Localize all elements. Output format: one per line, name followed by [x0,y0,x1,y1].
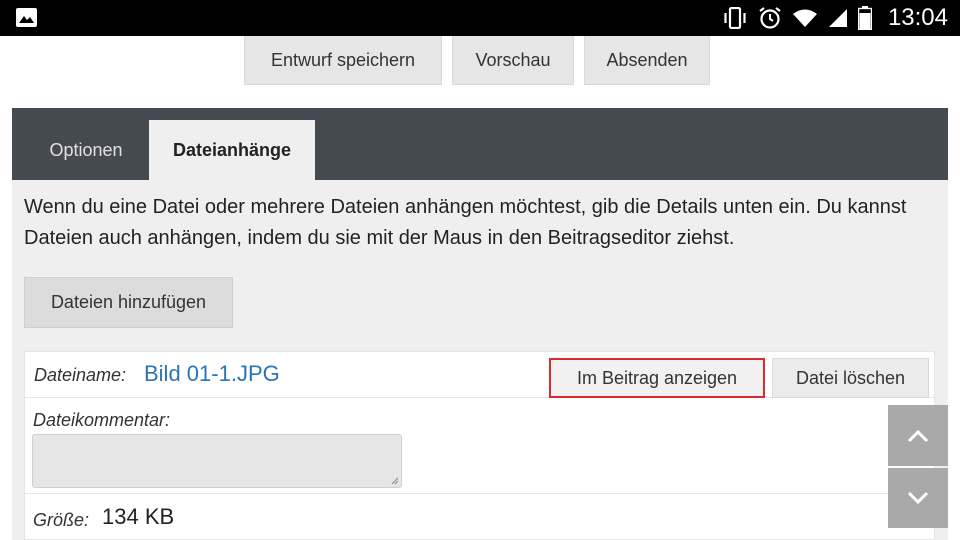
battery-icon [857,6,872,30]
scroll-down-button[interactable] [888,468,948,528]
vibrate-icon [724,7,746,29]
filename-label: Dateiname: [34,365,127,385]
divider [25,493,934,494]
attachment-row: Dateiname: Bild 01-1.JPG Im Beitrag anze… [24,351,935,540]
status-clock: 13:04 [887,4,948,31]
signal-icon [828,9,847,27]
resize-handle-icon[interactable] [391,477,399,485]
chevron-down-icon [907,491,929,505]
save-draft-button[interactable]: Entwurf speichern [244,36,442,85]
file-size-label: Größe: [33,510,90,530]
tab-options[interactable]: Optionen [26,120,146,180]
show-in-post-button[interactable]: Im Beitrag anzeigen [549,358,765,398]
add-files-button[interactable]: Dateien hinzufügen [24,277,233,328]
file-comment-label: Dateikommentar: [33,410,171,430]
preview-button[interactable]: Vorschau [452,36,574,85]
file-size-value: 134 KB [102,504,175,529]
attachments-info-text: Wenn du eine Datei oder mehrere Dateien … [24,196,907,249]
filename-row: Dateiname: Bild 01-1.JPG Im Beitrag anze… [25,352,934,398]
tab-attachments[interactable]: Dateianhänge [149,120,315,180]
filename-link[interactable]: Bild 01-1.JPG [144,361,280,387]
file-comment-input[interactable] [32,434,402,488]
wifi-icon [792,9,817,27]
image-icon [16,8,37,27]
tab-bar: Optionen Dateianhänge [12,108,948,180]
submit-button[interactable]: Absenden [584,36,710,85]
chevron-up-icon [907,429,929,442]
scroll-up-button[interactable] [888,405,948,466]
options-panel: Optionen Dateianhänge Wenn du eine Datei… [12,108,948,540]
delete-file-button[interactable]: Datei löschen [772,358,929,398]
status-bar: 13:04 [0,0,960,36]
alarm-icon [759,7,781,29]
editor-toolbar: Entwurf speichern Vorschau Absenden [0,36,960,88]
